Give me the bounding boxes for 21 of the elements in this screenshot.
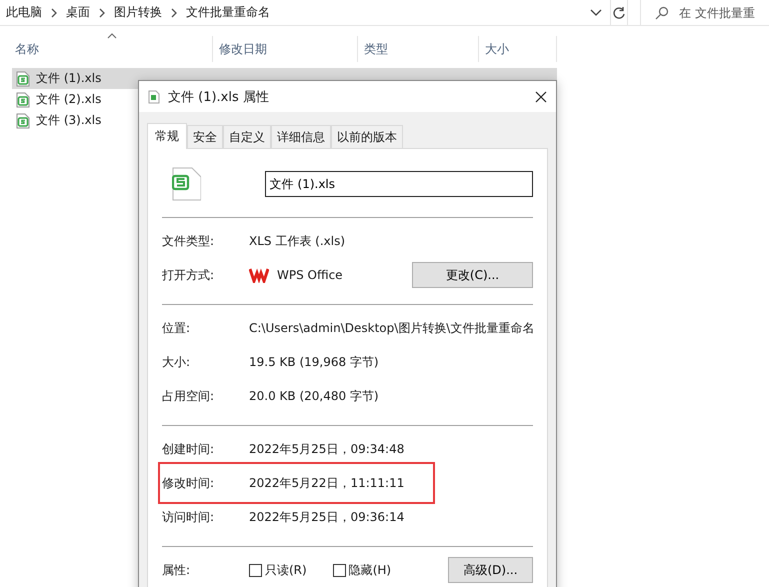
property-label: 创建时间: [162, 440, 216, 458]
property-label: 访问时间: [162, 508, 216, 526]
dialog-title: 文件 (1).xls 属性 [168, 88, 269, 106]
property-label: 修改时间: [162, 474, 216, 492]
property-label: 文件类型: [162, 232, 216, 250]
app-name: WPS Office [277, 268, 343, 282]
property-label: 大小: [162, 354, 192, 370]
property-label: 打开方式: [162, 266, 216, 284]
property-value: C:\Users\admin\Desktop\图片转换\文件批量重命名 [249, 320, 534, 336]
property-label: 占用空间: [162, 388, 216, 404]
property-value: 2022年5月25日，09:34:48 [249, 440, 404, 458]
property-value: 2022年5月25日，09:36:14 [249, 508, 404, 526]
property-value: 20.0 KB (20,480 字节) [249, 388, 379, 404]
file-name: 文件 (2).xls [36, 91, 102, 108]
property-label: 属性: [162, 562, 192, 578]
file-name: 文件 (1).xls [36, 70, 102, 87]
file-name: 文件 (3).xls [36, 112, 102, 129]
property-value: 2022年5月22日，11:11:11 [249, 474, 404, 492]
property-value: 19.5 KB (19,968 字节) [249, 354, 379, 370]
property-label: 位置: [162, 320, 192, 336]
property-value: XLS 工作表 (.xls) [249, 232, 346, 250]
